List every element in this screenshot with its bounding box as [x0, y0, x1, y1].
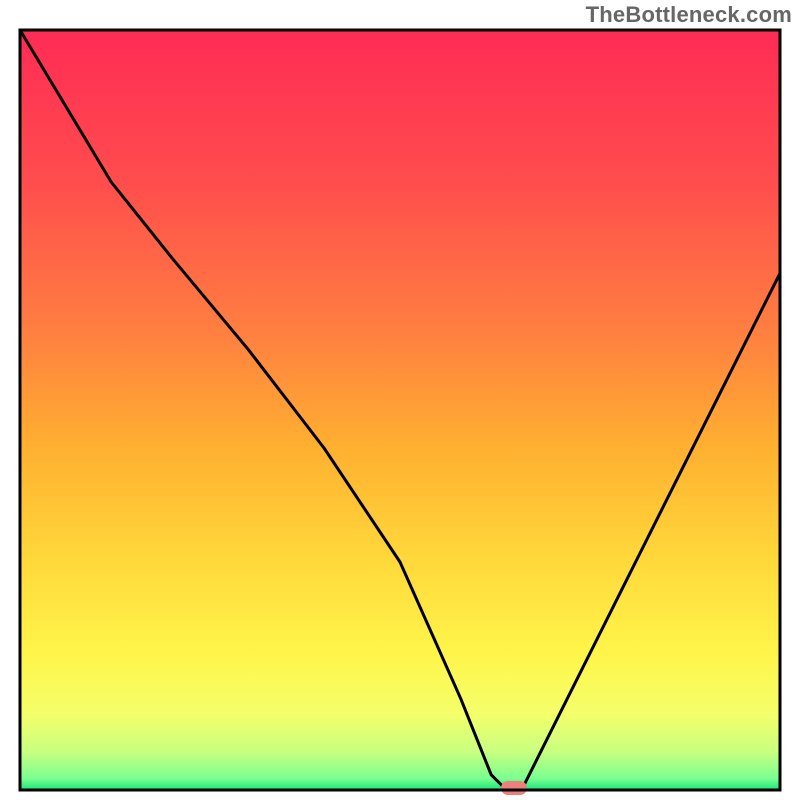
- bottleneck-chart: TheBottleneck.com: [0, 0, 800, 800]
- gradient-background: [20, 30, 780, 790]
- optimal-point-marker: [501, 781, 527, 795]
- plot-svg: [0, 0, 800, 800]
- watermark-text: TheBottleneck.com: [586, 2, 792, 28]
